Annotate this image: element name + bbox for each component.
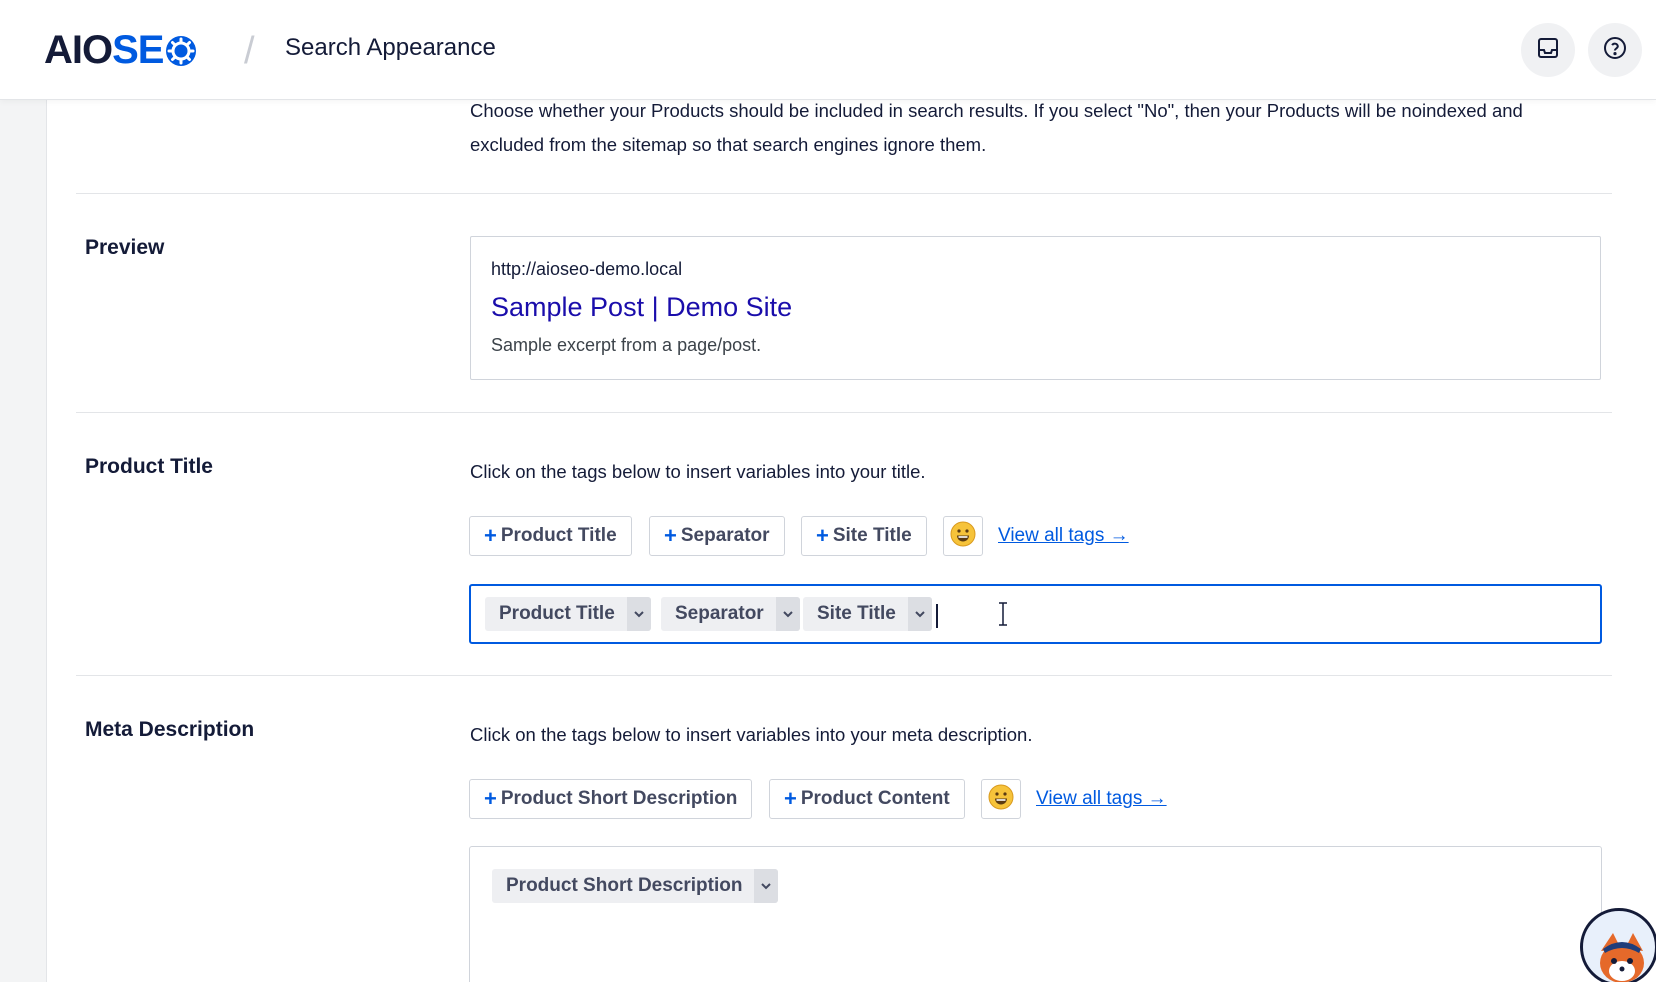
page-title: Search Appearance <box>285 34 496 61</box>
product-title-label: Product Title <box>85 455 213 478</box>
plus-icon: + <box>484 523 497 548</box>
row-divider <box>76 412 1612 413</box>
help-icon <box>1603 36 1627 65</box>
notifications-button[interactable] <box>1521 23 1575 77</box>
chip-label: Product Short Description <box>506 875 743 896</box>
row-divider <box>76 675 1612 676</box>
product-title-instructions: Click on the tags below to insert variab… <box>470 461 926 482</box>
meta-description-editor[interactable]: Product Short Description <box>469 846 1602 982</box>
include-in-search-description: Choose whether your Products should be i… <box>470 100 1523 155</box>
emoji-picker-button[interactable] <box>943 516 983 556</box>
chevron-down-icon[interactable] <box>775 597 800 631</box>
chevron-down-icon[interactable] <box>754 869 779 903</box>
insert-separator-tag-button[interactable]: + Separator <box>649 516 785 556</box>
tag-button-label: Site Title <box>832 525 912 546</box>
meta-description-label: Meta Description <box>85 718 255 741</box>
chip-separator[interactable]: Separator <box>661 597 800 631</box>
aioseo-logo[interactable]: AIO SE <box>44 26 198 74</box>
view-all-tags-link[interactable]: View all tags → <box>1036 788 1167 810</box>
view-all-tags-link[interactable]: View all tags → <box>998 525 1129 547</box>
chip-label: Product Title <box>499 603 615 624</box>
logo-text-se: SE <box>112 27 164 72</box>
preview-title: Sample Post | Demo Site <box>491 292 793 322</box>
tag-button-label: Product Content <box>800 788 950 809</box>
help-mascot-button[interactable] <box>1580 908 1656 982</box>
chip-label: Separator <box>675 603 764 624</box>
logo-text-aio: AIO <box>44 27 113 72</box>
chip-site-title[interactable]: Site Title <box>803 597 932 631</box>
app-header: AIO SE / Search Appearance <box>0 0 1656 100</box>
inbox-icon <box>1536 36 1560 65</box>
plus-icon: + <box>664 523 677 548</box>
meta-description-instructions: Click on the tags below to insert variab… <box>470 724 1033 745</box>
product-title-editor[interactable]: Product Title Separator Site Title <box>469 584 1602 644</box>
chip-label: Site Title <box>817 603 896 624</box>
help-button[interactable] <box>1588 23 1642 77</box>
gear-icon <box>164 33 198 67</box>
insert-site-title-tag-button[interactable]: + Site Title <box>801 516 927 556</box>
chevron-down-icon[interactable] <box>626 597 651 631</box>
chip-product-title[interactable]: Product Title <box>485 597 651 631</box>
preview-excerpt: Sample excerpt from a page/post. <box>491 335 762 355</box>
chip-product-short-description[interactable]: Product Short Description <box>492 869 779 903</box>
emoji-picker-button[interactable] <box>981 779 1021 819</box>
preview-url: http://aioseo-demo.local <box>491 259 683 279</box>
plus-icon: + <box>784 786 797 811</box>
breadcrumb-separator: / <box>244 30 255 72</box>
serp-preview: http://aioseo-demo.local Sample Post | D… <box>470 236 1601 380</box>
plus-icon: + <box>816 523 829 548</box>
tag-button-label: Product Title <box>500 525 617 546</box>
emoji-icon <box>988 784 1014 815</box>
tag-button-label: Product Short Description <box>500 788 738 809</box>
tag-button-label: Separator <box>680 525 770 546</box>
text-caret <box>936 604 938 628</box>
chevron-down-icon[interactable] <box>907 597 932 631</box>
plus-icon: + <box>484 786 497 811</box>
ibeam-cursor-icon <box>996 602 1010 631</box>
emoji-icon <box>950 521 976 552</box>
insert-product-short-description-tag-button[interactable]: + Product Short Description <box>469 779 753 819</box>
preview-label: Preview <box>85 236 165 259</box>
insert-product-title-tag-button[interactable]: + Product Title <box>469 516 632 556</box>
insert-product-content-tag-button[interactable]: + Product Content <box>769 779 965 819</box>
row-divider <box>76 193 1612 194</box>
